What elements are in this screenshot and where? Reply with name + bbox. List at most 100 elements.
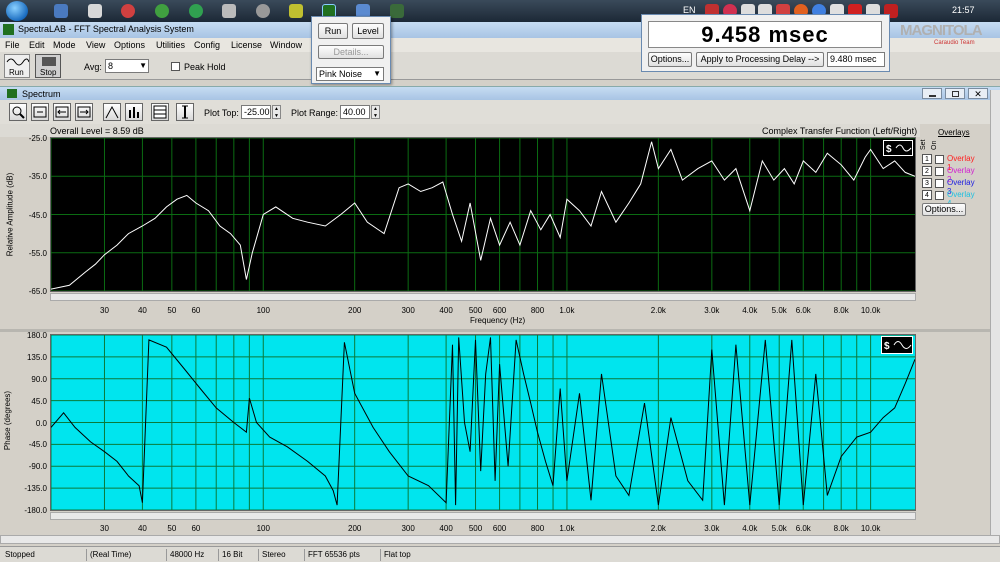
plot-range-spinner[interactable]: ▲ ▼: [371, 105, 380, 119]
x-tick-label: 40: [137, 524, 147, 533]
line-graph-icon[interactable]: [103, 103, 121, 121]
x-tick-label: 5.0k: [771, 306, 787, 315]
app-icon[interactable]: [390, 4, 404, 18]
app-icon[interactable]: [88, 4, 102, 18]
popup-level-button[interactable]: Level: [352, 23, 384, 39]
app-icon[interactable]: [222, 4, 236, 18]
magnitude-y-axis-title: Relative Amplitude (dB): [5, 172, 15, 257]
x-tick-label: 50: [167, 306, 177, 315]
apply-delay-button[interactable]: Apply to Processing Delay -->: [696, 52, 824, 67]
close-icon: ✕: [974, 89, 982, 99]
scale-icon[interactable]: [176, 103, 194, 121]
plot-range-input[interactable]: 40.00: [340, 105, 370, 119]
pane-divider[interactable]: [0, 329, 1000, 332]
overlays-options-button[interactable]: Options...: [922, 203, 966, 216]
x-tick-label: 6.0k: [795, 306, 811, 315]
clock[interactable]: 21:57: [952, 5, 975, 15]
overlay-checkbox[interactable]: [935, 167, 944, 176]
noise-select[interactable]: Pink Noise ▼: [316, 67, 384, 81]
restore-icon: [952, 91, 959, 97]
table-icon[interactable]: [151, 103, 169, 121]
x-tick-label: 30: [100, 524, 109, 533]
menu-license[interactable]: License: [231, 40, 262, 50]
menu-utilities[interactable]: Utilities: [156, 40, 185, 50]
plot-top-input[interactable]: -25.00: [241, 105, 271, 119]
zoom-icon[interactable]: [9, 103, 27, 121]
popup-details-button[interactable]: Details...: [318, 45, 384, 59]
x-tick-label: 100: [256, 524, 270, 533]
x-tick-label: 8.0k: [833, 524, 849, 533]
spectrum-titlebar: Spectrum ✕: [0, 86, 1000, 100]
spectrum-title: Spectrum: [22, 89, 61, 99]
window-scroll-right[interactable]: [990, 90, 1000, 540]
phase-scrollbar[interactable]: [50, 512, 916, 520]
waveform-icon: [6, 58, 29, 66]
app-icon[interactable]: [189, 4, 203, 18]
status-mode: (Real Time): [86, 549, 131, 561]
menu-file[interactable]: File: [5, 40, 20, 50]
y-tick-label: -90.0: [28, 462, 47, 472]
overlay-checkbox[interactable]: [935, 179, 944, 188]
window-title: SpectraLAB - FFT Spectral Analysis Syste…: [18, 24, 194, 34]
stop-toolbar-label: Stop: [40, 68, 57, 77]
delay-options-button[interactable]: Options...: [648, 52, 692, 67]
app-icon[interactable]: [256, 4, 270, 18]
x-tick-label: 1.0k: [559, 524, 575, 533]
app-icon[interactable]: [54, 4, 68, 18]
app-icon[interactable]: [289, 4, 303, 18]
plot-top-spinner[interactable]: ▲ ▼: [272, 105, 281, 119]
x-tick-label: 30: [100, 306, 109, 315]
close-button[interactable]: ✕: [968, 88, 988, 99]
app-icon[interactable]: [121, 4, 135, 18]
minimize-button[interactable]: [922, 88, 942, 99]
overlay-checkbox[interactable]: [935, 191, 944, 200]
menu-config[interactable]: Config: [194, 40, 220, 50]
x-tick-label: 3.0k: [704, 524, 720, 533]
restore-button[interactable]: [945, 88, 965, 99]
y-tick-label: -55.0: [28, 248, 47, 258]
menu-view[interactable]: View: [86, 40, 105, 50]
menu-mode[interactable]: Mode: [53, 40, 76, 50]
magnitude-plot[interactable]: $: [50, 137, 916, 292]
overlay-set-button[interactable]: 4: [922, 190, 932, 200]
app-icon: [3, 24, 14, 35]
avg-select[interactable]: 8 ▼: [105, 59, 149, 73]
avg-value: 8: [108, 61, 114, 71]
y-tick-label: 0.0: [35, 418, 47, 428]
phase-plot[interactable]: $: [50, 334, 916, 511]
compress-icon[interactable]: [75, 103, 93, 121]
overlay-set-button[interactable]: 2: [922, 166, 932, 176]
x-tick-label: 5.0k: [771, 524, 787, 533]
spectrum-icon: [7, 89, 17, 98]
menu-options[interactable]: Options: [114, 40, 145, 50]
cursor-icon[interactable]: [31, 103, 49, 121]
plot-type-icon[interactable]: $: [883, 140, 913, 156]
bar-graph-icon[interactable]: [125, 103, 143, 121]
y-tick-label: 90.0: [31, 374, 47, 384]
menu-edit[interactable]: Edit: [29, 40, 45, 50]
y-tick-label: 135.0: [26, 352, 47, 362]
expand-icon[interactable]: [53, 103, 71, 121]
y-tick-label: -45.0: [28, 440, 47, 450]
start-button[interactable]: [6, 1, 28, 21]
x-tick-label: 2.0k: [650, 524, 666, 533]
run-toolbar-button[interactable]: Run: [4, 54, 30, 78]
overlay-set-button[interactable]: 1: [922, 154, 932, 164]
magnitude-scrollbar[interactable]: [50, 293, 916, 301]
overlay-set-button[interactable]: 3: [922, 178, 932, 188]
window-horizontal-scrollbar[interactable]: [0, 535, 1000, 544]
stop-toolbar-button[interactable]: Stop: [35, 54, 61, 78]
delay-value-field[interactable]: 9.480 msec: [827, 52, 885, 67]
menu-window[interactable]: Window: [270, 40, 302, 50]
svg-text:$: $: [884, 341, 890, 352]
y-tick-label: -135.0: [24, 484, 47, 494]
x-tick-label: 200: [347, 306, 362, 315]
app-icon[interactable]: [155, 4, 169, 18]
peak-hold-checkbox[interactable]: [171, 62, 180, 71]
run-toolbar-label: Run: [9, 68, 24, 77]
popup-run-button[interactable]: Run: [318, 23, 348, 39]
minimize-icon: [929, 95, 936, 97]
plot-type-icon[interactable]: $: [881, 336, 913, 354]
overlay-checkbox[interactable]: [935, 155, 944, 164]
chevron-down-icon: ▼: [373, 69, 381, 78]
